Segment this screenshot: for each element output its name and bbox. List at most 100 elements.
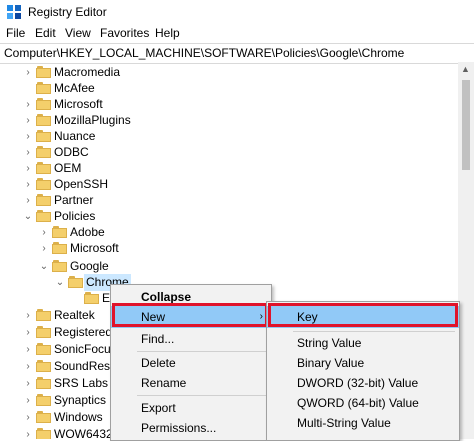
menu-file[interactable]: File bbox=[6, 26, 25, 40]
menu-item-rename[interactable]: Rename bbox=[111, 372, 271, 394]
menu-item-qword-value[interactable]: QWORD (64-bit) Value bbox=[267, 392, 459, 414]
scrollbar-thumb[interactable] bbox=[462, 80, 470, 170]
menu-item-label: Export bbox=[141, 401, 176, 415]
chevron-right-icon[interactable] bbox=[70, 290, 82, 307]
folder-icon bbox=[52, 242, 67, 254]
vertical-scrollbar[interactable]: ▲ bbox=[458, 62, 474, 439]
menu-item-label: Rename bbox=[141, 376, 187, 390]
folder-icon bbox=[52, 226, 67, 238]
chevron-right-icon[interactable]: › bbox=[22, 409, 34, 426]
window-title: Registry Editor bbox=[28, 5, 107, 19]
folder-icon bbox=[36, 162, 51, 174]
folder-icon bbox=[36, 178, 51, 190]
menu-separator bbox=[137, 395, 267, 396]
tree-item-label: McAfee bbox=[54, 81, 95, 95]
folder-icon bbox=[36, 210, 51, 222]
chevron-right-icon[interactable]: › bbox=[38, 240, 50, 257]
address-bar[interactable]: Computer\HKEY_LOCAL_MACHINE\SOFTWARE\Pol… bbox=[0, 43, 474, 64]
menu-item-dword-value[interactable]: DWORD (32-bit) Value bbox=[267, 372, 459, 394]
folder-icon bbox=[36, 130, 51, 142]
menu-item-export[interactable]: Export bbox=[111, 397, 271, 419]
menu-item-label: Collapse bbox=[141, 290, 192, 304]
menu-item-new[interactable]: New › bbox=[111, 306, 271, 328]
tree-item-label: MozillaPlugins bbox=[54, 113, 131, 127]
menu-item-find[interactable]: Find... bbox=[111, 328, 271, 350]
chevron-right-icon[interactable]: › bbox=[22, 64, 34, 81]
chevron-right-icon[interactable]: › bbox=[22, 176, 34, 193]
menu-item-label: Multi-String Value bbox=[297, 416, 391, 430]
menu-item-label: Key bbox=[297, 310, 318, 324]
tree-item-label: ODBC bbox=[54, 145, 89, 159]
menu-item-key[interactable]: Key bbox=[267, 306, 459, 328]
tree-item-label: SonicFocus bbox=[54, 342, 117, 356]
tree-item-label: Macromedia bbox=[54, 65, 121, 79]
menu-item-label: Find... bbox=[141, 332, 175, 346]
folder-icon bbox=[36, 411, 51, 423]
folder-icon bbox=[36, 394, 51, 406]
regedit-icon bbox=[7, 5, 21, 19]
menu-item-label: New bbox=[141, 310, 166, 324]
chevron-right-icon[interactable]: › bbox=[22, 375, 34, 392]
address-path[interactable]: Computer\HKEY_LOCAL_MACHINE\SOFTWARE\Pol… bbox=[4, 46, 404, 60]
menu-edit[interactable]: Edit bbox=[35, 26, 56, 40]
menu-item-permissions[interactable]: Permissions... bbox=[111, 417, 271, 439]
chevron-right-icon[interactable]: › bbox=[22, 392, 34, 409]
tree-item-label: Windows bbox=[54, 410, 103, 424]
chevron-down-icon[interactable]: ⌄ bbox=[38, 258, 50, 275]
folder-icon bbox=[68, 276, 83, 288]
folder-icon bbox=[36, 66, 51, 78]
menu-item-label: DWORD (32-bit) Value bbox=[297, 376, 419, 390]
chevron-down-icon[interactable]: ⌄ bbox=[22, 208, 34, 225]
folder-icon bbox=[36, 360, 51, 372]
folder-icon bbox=[52, 260, 67, 272]
chevron-right-icon[interactable]: › bbox=[22, 96, 34, 113]
submenu-new: Key String Value Binary Value DWORD (32-… bbox=[266, 301, 460, 441]
menu-item-binary-value[interactable]: Binary Value bbox=[267, 352, 459, 374]
chevron-right-icon[interactable]: › bbox=[22, 307, 34, 324]
tree-item-label: Realtek bbox=[54, 308, 95, 322]
folder-icon bbox=[36, 114, 51, 126]
chevron-right-icon[interactable]: › bbox=[22, 324, 34, 341]
menu-item-multi-string-value[interactable]: Multi-String Value bbox=[267, 412, 459, 434]
folder-icon bbox=[36, 309, 51, 321]
folder-icon bbox=[84, 292, 99, 304]
tree-item-label: OEM bbox=[54, 161, 82, 175]
tree-item-label: Adobe bbox=[70, 225, 105, 239]
menu-item-string-value[interactable]: String Value bbox=[267, 332, 459, 354]
menu-item-delete[interactable]: Delete bbox=[111, 352, 271, 374]
tree-item-label: Microsoft bbox=[70, 241, 119, 255]
menu-item-label: Permissions... bbox=[141, 421, 217, 435]
chevron-right-icon[interactable] bbox=[22, 80, 34, 97]
chevron-right-icon[interactable]: › bbox=[22, 426, 34, 439]
tree-item-label: Partner bbox=[54, 193, 94, 207]
menu-item-collapse[interactable]: Collapse bbox=[111, 286, 271, 308]
folder-icon bbox=[36, 343, 51, 355]
chevron-right-icon[interactable]: › bbox=[22, 192, 34, 209]
folder-icon bbox=[36, 82, 51, 94]
folder-icon bbox=[36, 377, 51, 389]
menu-item-label: Delete bbox=[141, 356, 176, 370]
menu-help[interactable]: Help bbox=[155, 26, 180, 40]
scroll-up-icon[interactable]: ▲ bbox=[461, 64, 470, 74]
menu-item-label: Binary Value bbox=[297, 356, 365, 370]
chevron-right-icon[interactable]: › bbox=[22, 358, 34, 375]
context-menu: Collapse New › Find... Delete Rename Exp… bbox=[110, 284, 272, 441]
tree-item-label: OpenSSH bbox=[54, 177, 109, 191]
chevron-right-icon[interactable]: › bbox=[22, 144, 34, 161]
chevron-right-icon[interactable]: › bbox=[22, 112, 34, 129]
menu-view[interactable]: View bbox=[65, 26, 91, 40]
chevron-down-icon[interactable]: ⌄ bbox=[54, 274, 66, 291]
tree-item-label: Synaptics bbox=[54, 393, 107, 407]
chevron-right-icon[interactable]: › bbox=[22, 160, 34, 177]
menu-favorites[interactable]: Favorites bbox=[100, 26, 149, 40]
chevron-right-icon[interactable]: › bbox=[22, 128, 34, 145]
chevron-right-icon[interactable]: › bbox=[38, 224, 50, 241]
folder-icon bbox=[36, 326, 51, 338]
chevron-right-icon: › bbox=[259, 311, 263, 322]
tree-item-label: Google bbox=[70, 259, 109, 273]
folder-icon bbox=[36, 146, 51, 158]
chevron-right-icon[interactable]: › bbox=[22, 341, 34, 358]
menu-item-label: String Value bbox=[297, 336, 362, 350]
tree-item-label: SoundRese bbox=[54, 359, 117, 373]
tree-item-label: SRS Labs bbox=[54, 376, 109, 390]
